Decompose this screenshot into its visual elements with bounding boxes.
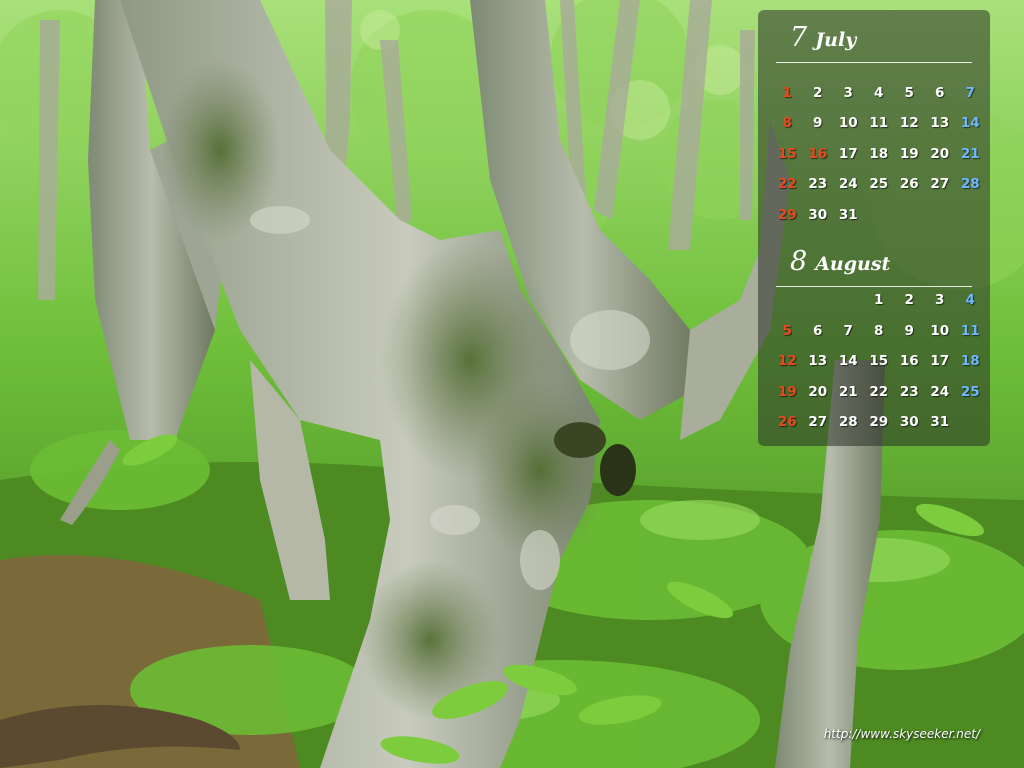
calendar-day: 14 xyxy=(838,353,858,370)
calendar-day: 16 xyxy=(808,145,828,162)
calendar-day: 24 xyxy=(838,176,858,193)
calendar-day: 13 xyxy=(808,353,828,370)
calendar-day: 19 xyxy=(899,145,919,162)
calendar-day: 2 xyxy=(813,84,823,101)
calendar-day: 13 xyxy=(930,115,950,132)
calendar-day: 21 xyxy=(838,383,858,400)
calendar-day: 7 xyxy=(843,322,853,339)
calendar-day: 29 xyxy=(777,206,797,223)
calendar-day: 17 xyxy=(930,353,950,370)
calendar-day: 24 xyxy=(930,383,950,400)
calendar-day: 2 xyxy=(904,292,914,309)
calendar-day: 16 xyxy=(899,353,919,370)
calendar-day: 27 xyxy=(808,414,828,431)
month-number: 8 xyxy=(790,246,808,277)
calendar-day: 25 xyxy=(960,383,980,400)
calendar-day: 19 xyxy=(777,383,797,400)
calendar-day: 22 xyxy=(869,383,889,400)
calendar-day: 27 xyxy=(930,176,950,193)
calendar-day: 28 xyxy=(960,176,980,193)
calendar-day: 6 xyxy=(813,322,823,339)
calendar-day: 18 xyxy=(960,353,980,370)
calendar-day: 15 xyxy=(777,145,797,162)
calendar-day: 21 xyxy=(960,145,980,162)
calendar-day: 23 xyxy=(808,176,828,193)
calendar-day: 9 xyxy=(813,115,823,132)
calendar-day: 11 xyxy=(960,322,980,339)
calendar-day: 18 xyxy=(869,145,889,162)
calendar-day: 30 xyxy=(899,414,919,431)
calendar-day: 4 xyxy=(965,292,975,309)
calendar-day: 20 xyxy=(930,145,950,162)
day-grid: 1 2 3 4 5 6 7 8 9 10 11 12 13 14 15 16 17 18 19 20 21 22 23 24 2… xyxy=(772,47,986,230)
calendar-day: 20 xyxy=(808,383,828,400)
calendar-day: 30 xyxy=(808,206,828,223)
calendar-day: 23 xyxy=(899,383,919,400)
calendar-day: 12 xyxy=(777,353,797,370)
calendar-day: 1 xyxy=(782,84,792,101)
day-grid: 1 2 3 4 5 6 7 8 9 10 11 12 13 14 15 16 17 18 19 20 21 22 23 24 2… xyxy=(772,285,986,438)
calendar-day: 26 xyxy=(899,176,919,193)
calendar-day: 1 xyxy=(874,292,884,309)
calendar-day: 10 xyxy=(838,115,858,132)
calendar-day: 10 xyxy=(930,322,950,339)
calendar-day: 15 xyxy=(869,353,889,370)
calendar-day: 12 xyxy=(899,115,919,132)
calendar-day: 29 xyxy=(869,414,889,431)
calendar-day: 4 xyxy=(874,84,884,101)
calendar-day: 28 xyxy=(838,414,858,431)
calendar-day: 8 xyxy=(782,115,792,132)
calendar-day: 3 xyxy=(843,84,853,101)
calendar-day: 9 xyxy=(904,322,914,339)
calendar-day: 31 xyxy=(930,414,950,431)
calendar-day: 26 xyxy=(777,414,797,431)
month-header: 8 August xyxy=(790,246,890,286)
calendar-day: 3 xyxy=(935,292,945,309)
calendar-day: 11 xyxy=(869,115,889,132)
calendar-day: 8 xyxy=(874,322,884,339)
calendar-day: 31 xyxy=(838,206,858,223)
month-name: August xyxy=(815,253,891,275)
calendar-day: 6 xyxy=(935,84,945,101)
calendar-day: 22 xyxy=(777,176,797,193)
calendar-day: 7 xyxy=(965,84,975,101)
site-credit: http://www.skyseeker.net/ xyxy=(823,727,980,741)
calendar-day: 5 xyxy=(782,322,792,339)
calendar-day: 14 xyxy=(960,115,980,132)
calendar-day: 17 xyxy=(838,145,858,162)
calendar-day: 5 xyxy=(904,84,914,101)
calendar-panel: 7 July 1 2 3 4 5 6 7 8 9 10 11 12 13 14 15 16 17 18 19 20 21 2… xyxy=(758,10,990,446)
calendar-day: 25 xyxy=(869,176,889,193)
